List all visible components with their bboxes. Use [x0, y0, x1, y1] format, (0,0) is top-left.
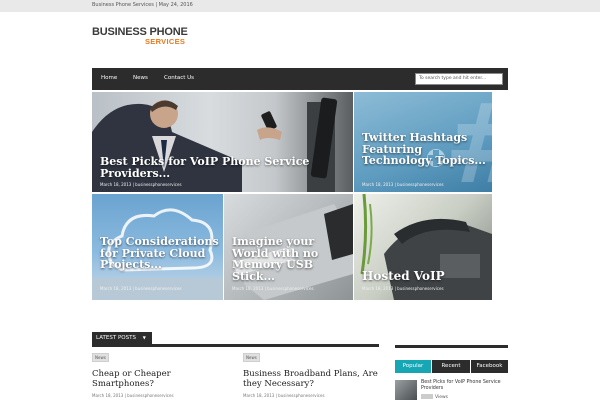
tab-facebook[interactable]: Facebook — [471, 360, 508, 373]
post-1-category-tag[interactable]: News — [92, 353, 109, 362]
nav-item-home[interactable]: Home — [101, 75, 117, 81]
post-2-meta: March 18, 2013 | businessphoneservices — [243, 393, 325, 398]
latest-posts-tab[interactable]: LATEST POSTS ▼ — [92, 332, 152, 345]
sidebar-post-title[interactable]: Best Picks for VoIP Phone Service Provid… — [421, 380, 507, 392]
featured-post-2[interactable]: # Twitter Hashtags Featuring Technology … — [354, 92, 492, 192]
nav-item-contact-us[interactable]: Contact Us — [164, 75, 194, 81]
sidebar-divider — [395, 345, 508, 348]
featured-post-1-title[interactable]: Best Picks for VoIP Phone Service Provid… — [100, 156, 350, 179]
top-bar-text: Business Phone Services | May 24, 2016 — [92, 2, 193, 8]
views-icon — [421, 394, 433, 399]
search-input[interactable]: To search type and hit enter... — [415, 73, 503, 85]
top-bar: Business Phone Services | May 24, 2016 — [0, 0, 600, 12]
featured-post-4-meta: March 18, 2013 | businessphoneservices — [232, 286, 314, 291]
nav-item-news[interactable]: News — [133, 75, 148, 81]
featured-post-2-meta: March 18, 2013 | businessphoneservices — [362, 182, 444, 187]
tab-recent[interactable]: Recent — [432, 360, 470, 373]
featured-post-3[interactable]: Top Considerations for Private Cloud Pro… — [92, 194, 223, 300]
featured-post-2-title[interactable]: Twitter Hashtags Featuring Technology To… — [362, 132, 490, 167]
featured-post-1[interactable]: Best Picks for VoIP Phone Service Provid… — [92, 92, 353, 192]
post-1-title[interactable]: Cheap or Cheaper Smartphones? — [92, 369, 232, 389]
logo-sub-text: SERVICES — [145, 37, 186, 46]
chevron-down-icon: ▼ — [142, 335, 146, 340]
featured-post-5-title[interactable]: Hosted VoIP — [362, 270, 490, 283]
tab-popular[interactable]: Popular — [395, 360, 431, 373]
featured-post-4-title[interactable]: Imagine your World with no Memory USB St… — [232, 236, 350, 282]
featured-post-3-title[interactable]: Top Considerations for Private Cloud Pro… — [100, 236, 222, 271]
featured-post-4[interactable]: Imagine your World with no Memory USB St… — [224, 194, 353, 300]
views-label: Views — [435, 395, 449, 400]
latest-posts-label: LATEST POSTS — [96, 335, 136, 341]
featured-post-5[interactable]: Hosted VoIP March 18, 2013 | businesspho… — [354, 194, 492, 300]
featured-post-1-meta: March 18, 2013 | businessphoneservices — [100, 182, 182, 187]
post-1-meta: March 18, 2013 | businessphoneservices — [92, 393, 174, 398]
latest-posts-header: LATEST POSTS ▼ — [92, 332, 379, 347]
main-navigation: Home News Contact Us To search type and … — [92, 68, 508, 90]
desk-phone-image — [360, 194, 492, 300]
post-2-category-tag[interactable]: News — [243, 353, 260, 362]
featured-post-3-meta: March 18, 2013 | businessphoneservices — [100, 286, 182, 291]
sidebar-post-views: Views — [421, 394, 448, 400]
post-2-title[interactable]: Business Broadband Plans, Are they Neces… — [243, 369, 383, 389]
sidebar-post-thumbnail[interactable] — [395, 380, 417, 400]
site-logo[interactable]: BUSINESS PHONE SERVICES — [92, 26, 202, 50]
featured-post-5-meta: March 18, 2013 | businessphoneservices — [362, 286, 444, 291]
